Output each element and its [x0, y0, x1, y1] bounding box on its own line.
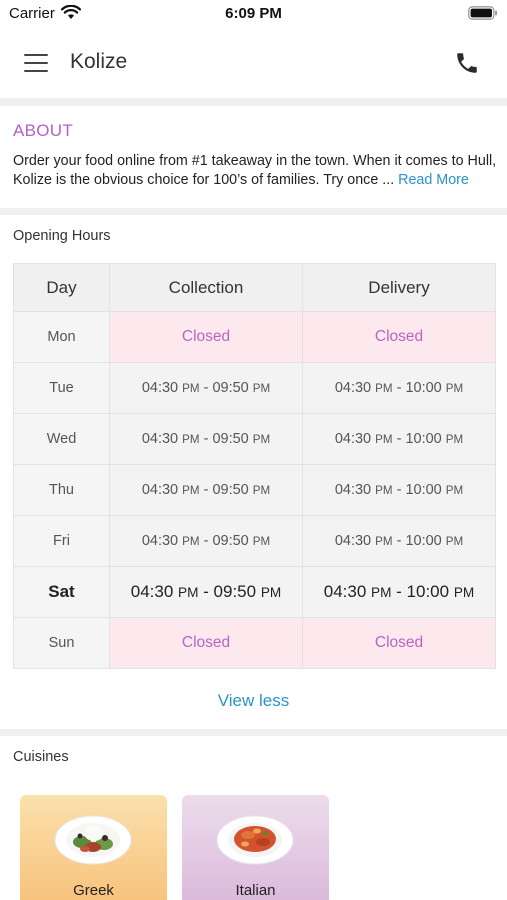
close-ampm: PM: [252, 484, 271, 497]
section-divider: [0, 729, 507, 736]
cuisine-card-greek[interactable]: Greek: [20, 795, 167, 900]
app-header: Kolize: [0, 30, 507, 98]
open-time: 04:30: [323, 582, 367, 601]
open-ampm: PM: [182, 535, 200, 548]
close-time: 09:50: [212, 482, 249, 498]
close-time: 10:00: [406, 582, 450, 601]
open-ampm: PM: [375, 484, 393, 497]
close-ampm: PM: [252, 433, 271, 446]
close-time: 09:50: [212, 380, 249, 396]
open-time: 04:30: [141, 482, 179, 498]
close-time: 09:50: [212, 533, 249, 549]
close-time: 10:00: [405, 482, 442, 498]
day-cell: Mon: [13, 311, 110, 363]
section-divider: [0, 98, 507, 106]
hours-row: Wed 04:30 PM - 09:50 PM 04:30 PM - 10:00 P…: [13, 413, 496, 465]
day-cell: Fri: [13, 515, 110, 567]
close-ampm: PM: [445, 433, 464, 446]
delivery-hours-cell: 04:30 PM - 10:00 PM: [302, 515, 496, 567]
hours-row: Sun Closed Closed: [13, 617, 496, 669]
status-time: 6:09 PM: [225, 5, 282, 22]
hours-row: Tue 04:30 PM - 09:50 PM 04:30 PM - 10:00 P…: [13, 362, 496, 414]
close-ampm: PM: [445, 484, 464, 497]
open-time: 04:30: [141, 431, 179, 447]
open-time: 04:30: [334, 533, 372, 549]
day-cell: Thu: [13, 464, 110, 516]
close-ampm: PM: [453, 585, 475, 600]
delivery-hours-cell: 04:30 PM - 10:00 PM: [302, 413, 496, 465]
delivery-hours-cell: 04:30 PM - 10:00 PM: [302, 362, 496, 414]
opening-hours-heading: Opening Hours: [13, 228, 111, 244]
view-less-link[interactable]: View less: [0, 691, 507, 711]
day-cell: Wed: [13, 413, 110, 465]
closed-label: Closed: [181, 634, 231, 651]
closed-label: Closed: [374, 328, 424, 345]
open-ampm: PM: [182, 433, 200, 446]
delivery-hours-cell: Closed: [302, 617, 496, 669]
close-ampm: PM: [445, 535, 464, 548]
about-description: Order your food online from #1 takeaway …: [13, 152, 499, 189]
open-time: 04:30: [141, 533, 179, 549]
close-ampm: PM: [252, 382, 271, 395]
collection-hours-cell: Closed: [109, 617, 303, 669]
restaurant-title: Kolize: [70, 50, 128, 73]
open-ampm: PM: [375, 535, 393, 548]
collection-hours-cell: 04:30 PM - 09:50 PM: [109, 413, 303, 465]
hours-row: Fri 04:30 PM - 09:50 PM 04:30 PM - 10:00 P…: [13, 515, 496, 567]
day-cell: Sun: [13, 617, 110, 669]
hours-row: Mon Closed Closed: [13, 311, 496, 363]
open-ampm: PM: [178, 585, 199, 600]
cuisine-label: Italian: [235, 882, 276, 899]
cuisine-label: Greek: [73, 882, 114, 899]
about-heading: ABOUT: [13, 121, 74, 140]
closed-label: Closed: [374, 634, 424, 651]
table-header-row: Day Collection Delivery: [13, 263, 496, 312]
pasta-plate-icon: [216, 815, 294, 865]
column-header-day: Day: [13, 263, 110, 312]
hamburger-menu-icon[interactable]: [24, 54, 48, 72]
opening-hours-table: Day Collection Delivery Mon Closed Closed T…: [13, 263, 496, 669]
cuisines-heading: Cuisines: [13, 749, 69, 765]
delivery-hours-cell: 04:30 PM - 10:00 PM: [302, 566, 496, 618]
open-time: 04:30: [141, 380, 179, 396]
greek-salad-plate-icon: [54, 815, 132, 865]
close-ampm: PM: [252, 535, 271, 548]
collection-hours-cell: Closed: [109, 311, 303, 363]
close-time: 10:00: [405, 431, 442, 447]
collection-hours-cell: 04:30 PM - 09:50 PM: [109, 362, 303, 414]
open-time: 04:30: [334, 482, 372, 498]
close-time: 09:50: [212, 431, 249, 447]
delivery-hours-cell: 04:30 PM - 10:00 PM: [302, 464, 496, 516]
day-cell: Tue: [13, 362, 110, 414]
read-more-link[interactable]: Read More: [398, 172, 469, 188]
close-ampm: PM: [445, 382, 464, 395]
battery-icon: [468, 6, 497, 20]
open-ampm: PM: [375, 433, 393, 446]
open-time: 04:30: [334, 380, 372, 396]
close-time: 10:00: [405, 533, 442, 549]
open-ampm: PM: [182, 484, 200, 497]
open-time: 04:30: [334, 431, 372, 447]
column-header-delivery: Delivery: [302, 263, 496, 312]
column-header-collection: Collection: [109, 263, 303, 312]
hours-row: Sat 04:30 PM - 09:50 PM 04:30 PM - 10:00 P…: [13, 566, 496, 618]
collection-hours-cell: 04:30 PM - 09:50 PM: [109, 515, 303, 567]
delivery-hours-cell: Closed: [302, 311, 496, 363]
phone-icon[interactable]: [454, 50, 480, 76]
open-ampm: PM: [375, 382, 393, 395]
collection-hours-cell: 04:30 PM - 09:50 PM: [109, 566, 303, 618]
open-ampm: PM: [371, 585, 392, 600]
section-divider: [0, 208, 507, 215]
cuisine-card-italian[interactable]: Italian: [182, 795, 329, 900]
open-time: 04:30: [130, 582, 174, 601]
closed-label: Closed: [181, 328, 231, 345]
hours-row: Thu 04:30 PM - 09:50 PM 04:30 PM - 10:00 P…: [13, 464, 496, 516]
day-cell: Sat: [13, 566, 110, 618]
open-ampm: PM: [182, 382, 200, 395]
collection-hours-cell: 04:30 PM - 09:50 PM: [109, 464, 303, 516]
close-time: 10:00: [405, 380, 442, 396]
close-ampm: PM: [260, 585, 282, 600]
close-time: 09:50: [213, 582, 257, 601]
status-bar: Carrier 6:09 PM: [0, 0, 507, 30]
